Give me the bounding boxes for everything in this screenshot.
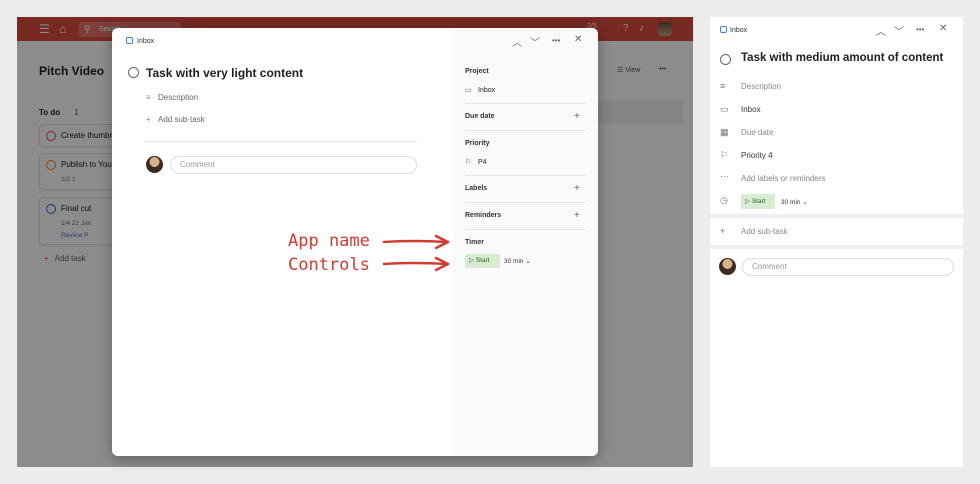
inbox-icon [720, 26, 727, 33]
timer-start-button[interactable]: ▷ Start [741, 194, 775, 209]
inbox-icon [126, 37, 133, 44]
flag-icon: ⚐ [720, 150, 729, 160]
priority-selector[interactable]: ⚐ Priority 4 [720, 148, 953, 168]
breadcrumb[interactable]: Inbox [720, 26, 747, 34]
task-detail-panel: Inbox ︿ ﹀ ••• ✕ Task with medium amount … [710, 17, 963, 467]
more-icon[interactable]: ••• [552, 36, 560, 45]
due-date-label: Due date [465, 113, 495, 120]
labels-label: Labels [465, 185, 488, 192]
reminders-label: Reminders [465, 212, 502, 219]
description-icon: ≡ [146, 93, 151, 102]
comment-input[interactable]: Comment [742, 258, 954, 276]
play-icon: ▷ [745, 198, 752, 205]
plus-icon: + [146, 115, 151, 124]
chevron-down-icon: ⌄ [523, 258, 531, 265]
plus-icon: + [720, 226, 726, 236]
timer-duration-select[interactable]: 30 min ⌄ [504, 257, 531, 265]
add-subtask-button[interactable]: + Add sub-task [146, 115, 205, 124]
task-checkbox[interactable] [128, 67, 139, 78]
calendar-icon: ▦ [720, 127, 729, 137]
more-icon: ··· [720, 171, 729, 181]
more-icon[interactable]: ••• [916, 25, 924, 34]
arrow-icon [382, 234, 450, 250]
arrow-icon [382, 256, 450, 272]
play-icon: ▷ [469, 257, 476, 264]
divider [465, 130, 586, 131]
project-selector[interactable]: ▭ Inbox [720, 102, 953, 122]
close-icon[interactable]: ✕ [939, 23, 947, 34]
flag-icon: ⚐ [465, 159, 472, 166]
due-date-field[interactable]: ▦ Due date [720, 125, 953, 145]
avatar [146, 156, 163, 173]
description-field[interactable]: ≡ Description [146, 93, 198, 102]
inbox-icon: ▭ [720, 104, 729, 114]
section-divider [710, 245, 963, 249]
annotation-app-name: App name [288, 231, 370, 251]
description-icon: ≡ [720, 81, 726, 91]
section-divider [710, 214, 963, 218]
add-subtask-button[interactable]: + Add sub-task [720, 224, 953, 244]
timer-duration-select[interactable]: 30 min ⌄ [781, 198, 808, 206]
timer-start-button[interactable]: ▷ Start [465, 254, 500, 268]
comment-input[interactable]: Comment [170, 156, 417, 174]
description-field[interactable]: ≡ Description [720, 79, 953, 99]
breadcrumb[interactable]: Inbox [126, 37, 154, 45]
avatar [719, 258, 736, 275]
divider [465, 103, 586, 104]
add-label-icon[interactable]: + [574, 183, 580, 194]
annotation-controls: Controls [288, 255, 370, 275]
add-reminder-icon[interactable]: + [574, 210, 580, 221]
divider [465, 202, 586, 203]
labels-reminders-field[interactable]: ··· Add labels or reminders [720, 171, 953, 191]
add-due-date-icon[interactable]: + [574, 111, 580, 122]
priority-label: Priority [465, 140, 490, 147]
timer-label: Timer [465, 239, 484, 246]
chevron-up-icon[interactable]: ︿ [876, 23, 886, 38]
chevron-down-icon: ⌄ [800, 199, 808, 206]
chevron-down-icon[interactable]: ﹀ [894, 23, 904, 38]
divider [465, 175, 586, 176]
chevron-down-icon[interactable]: ﹀ [530, 34, 540, 49]
divider [465, 229, 586, 230]
project-label: Project [465, 68, 489, 75]
divider [146, 141, 417, 142]
task-title[interactable]: Task with very light content [146, 66, 303, 80]
project-selector[interactable]: ▭ Inbox [465, 86, 495, 94]
close-icon[interactable]: ✕ [574, 34, 582, 45]
priority-selector[interactable]: ⚐ P4 [465, 158, 487, 166]
task-title[interactable]: Task with medium amount of content [741, 52, 943, 64]
chevron-up-icon[interactable]: ︿ [512, 34, 522, 49]
stopwatch-icon: ◷ [720, 195, 728, 205]
task-checkbox[interactable] [720, 54, 731, 65]
inbox-icon: ▭ [465, 87, 472, 94]
